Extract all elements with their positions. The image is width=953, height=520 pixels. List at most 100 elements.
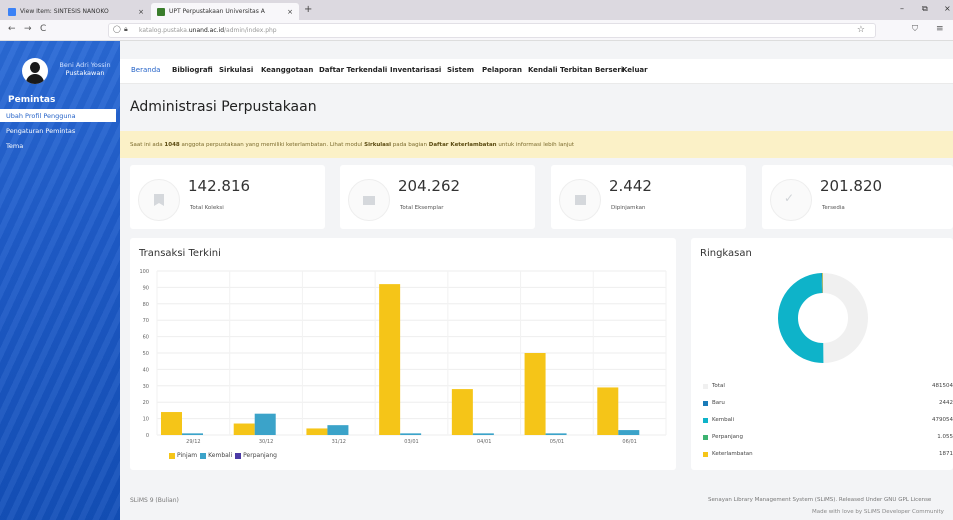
nav-sirkulasi[interactable]: Sirkulasi [219, 66, 253, 74]
stat-card-dipinjamkan: 2.442 Dipinjamkan [551, 165, 746, 229]
summary-label: Keterlambatan [712, 451, 753, 457]
minimize-button[interactable]: – [900, 4, 904, 13]
legend-label: Pinjam [177, 452, 198, 459]
y-tick-label: 0 [146, 433, 149, 439]
legend-swatch-perpanjang [235, 452, 242, 459]
pocket-icon[interactable]: ⛉ [912, 24, 918, 34]
summary-swatch [703, 435, 708, 440]
page-title: Administrasi Perpustakaan [130, 99, 317, 115]
forward-button[interactable]: → [24, 24, 32, 34]
stat-value: 2.442 [609, 177, 652, 195]
close-window-button[interactable]: × [944, 4, 951, 13]
back-button[interactable]: ← [8, 24, 16, 34]
x-tick-label: 05/01 [550, 439, 564, 445]
bar-kembali [327, 425, 349, 435]
x-tick-label: 29/12 [186, 439, 200, 445]
avatar [22, 58, 48, 84]
footer-version: SLiMS 9 (Bulian) [130, 497, 179, 504]
alert-text: Saat ini ada [130, 142, 165, 148]
transactions-chart: 0 10 20 30 40 50 60 70 80 90 100 29/12 30/12 31/12 03/… [139, 269, 667, 445]
bookmark-star-icon[interactable]: ☆ [857, 25, 865, 35]
alert-module: Sirkulasi [364, 142, 392, 148]
nav-keanggotaan[interactable]: Keanggotaan [261, 66, 313, 74]
bar-pinjam [233, 423, 255, 435]
x-tick-label: 06/01 [622, 439, 636, 445]
bar-kembali [400, 433, 422, 435]
summary-label: Total [712, 383, 725, 389]
stat-card-total-koleksi: 142.816 Total Koleksi [130, 165, 325, 229]
avatar-head [30, 62, 40, 73]
y-tick-label: 70 [143, 318, 149, 324]
bar-kembali [254, 413, 276, 435]
legend-swatch-kembali [200, 452, 207, 459]
alert-text: anggota perpustakaan yang memiliki keter… [179, 142, 365, 148]
stat-card-total-eksemplar: 204.262 Total Eksemplar [340, 165, 535, 229]
nav-daftar-terkendali[interactable]: Daftar Terkendali [319, 66, 387, 74]
sidebar-item-ubah-profil[interactable]: Ubah Profil Pengguna [0, 109, 116, 122]
sidebar-item-pengaturan-pemintas[interactable]: Pengaturan Pemintas [0, 124, 116, 137]
browser-tab-active[interactable]: UPT Perpustakaan Universitas A × [151, 3, 299, 20]
summary-row: Total 481504 [703, 382, 953, 393]
legend-label: Perpanjang [243, 452, 277, 459]
y-tick-label: 100 [139, 269, 149, 275]
x-tick-label: 31/12 [332, 439, 346, 445]
summary-value: 481504 [932, 383, 953, 389]
y-tick-label: 20 [143, 400, 149, 406]
tab-title: UPT Perpustakaan Universitas A [169, 8, 265, 15]
sidebar-heading: Pemintas [8, 95, 56, 105]
reload-button[interactable]: C [40, 24, 46, 34]
summary-title: Ringkasan [700, 248, 752, 259]
summary-row: Kembali 479054 [703, 416, 953, 427]
y-tick-label: 10 [143, 417, 149, 423]
nav-inventarisasi[interactable]: Inventarisasi [390, 66, 441, 74]
stat-label: Total Eksemplar [400, 205, 444, 211]
checkout-icon [575, 195, 586, 205]
alert-count: 1048 [164, 142, 180, 148]
x-tick-label: 04/01 [477, 439, 491, 445]
bar-pinjam [451, 389, 473, 435]
bar-pinjam [306, 428, 328, 435]
y-tick-label: 80 [143, 302, 149, 308]
browser-tab[interactable]: View Item: SINTESIS NANOKO × [2, 3, 150, 20]
nav-beranda[interactable]: Beranda [131, 66, 160, 74]
y-tick-label: 30 [143, 384, 149, 390]
summary-swatch [703, 452, 708, 457]
y-tick-label: 50 [143, 351, 149, 357]
alert-section: Daftar Keterlambatan [428, 142, 497, 148]
x-tick-label: 30/12 [259, 439, 273, 445]
browser-nav-bar: ← → C ◯ 🔒︎ katalog.pustaka.unand.ac.id/a… [0, 20, 953, 41]
user-name: Beni Adri Yossin [59, 61, 111, 69]
summary-swatch [703, 401, 708, 406]
sidebar-item-tema[interactable]: Tema [0, 139, 116, 152]
stat-label: Total Koleksi [190, 205, 224, 211]
nav-sistem[interactable]: Sistem [447, 66, 474, 74]
alert-text: pada bagian [391, 142, 429, 148]
address-bar[interactable]: ◯ 🔒︎ katalog.pustaka.unand.ac.id/admin/i… [108, 23, 876, 38]
maximize-button[interactable]: ⧉ [922, 4, 928, 14]
nav-keluar[interactable]: Keluar [622, 66, 648, 74]
bar-pinjam [379, 284, 401, 435]
summary-row: Baru 2442 [703, 399, 953, 410]
footer-license: Senayan Library Management System (SLiMS… [708, 497, 932, 503]
summary-row: Perpanjang 1.055 [703, 433, 953, 444]
chart-legend: Pinjam Kembali Perpanjang [166, 452, 277, 459]
menu-icon[interactable]: ≡ [936, 24, 944, 34]
close-icon[interactable]: × [287, 8, 293, 16]
x-tick-label: 03/01 [404, 439, 418, 445]
summary-value: 1871 [939, 451, 953, 457]
lock-icon[interactable]: 🔒︎ [124, 25, 128, 34]
shield-icon[interactable]: ◯ [113, 25, 121, 33]
summary-label: Baru [712, 400, 725, 406]
nav-pelaporan[interactable]: Pelaporan [482, 66, 522, 74]
nav-kendali-terbitan-berseri[interactable]: Kendali Terbitan Berseri [528, 66, 623, 74]
nav-bibliografi[interactable]: Bibliografi [172, 66, 213, 74]
stat-value: 204.262 [398, 177, 461, 195]
new-tab-button[interactable]: + [304, 4, 312, 15]
bar-pinjam [597, 387, 619, 435]
footer-credit: Made with love by SLiMS Developer Commun… [812, 509, 944, 515]
stat-label: Dipinjamkan [611, 205, 646, 211]
close-icon[interactable]: × [138, 8, 144, 16]
bar-pinjam [161, 412, 182, 435]
bar-pinjam [524, 353, 546, 435]
summary-donut-chart [778, 273, 868, 363]
